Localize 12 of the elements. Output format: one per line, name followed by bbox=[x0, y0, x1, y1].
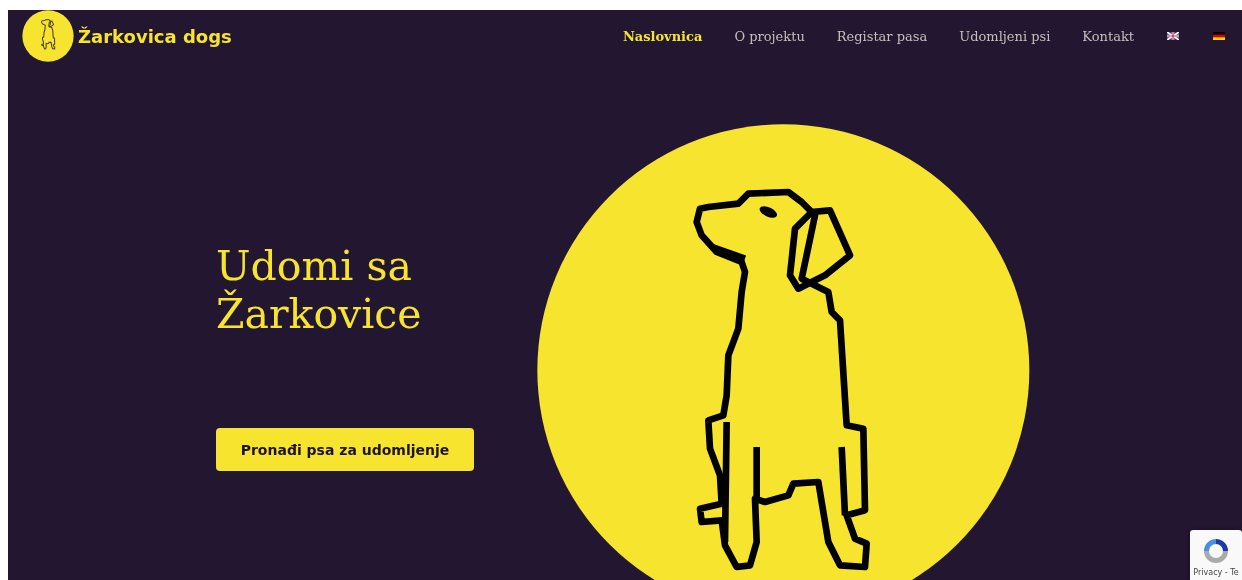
privacy-terms-link[interactable]: Privacy - Te bbox=[1193, 568, 1239, 577]
uk-flag-icon[interactable] bbox=[1167, 32, 1179, 40]
nav-link[interactable]: Udomljeni psi bbox=[943, 28, 1067, 44]
nav-link[interactable]: Registar pasa bbox=[820, 28, 944, 44]
dog-logo-icon[interactable] bbox=[22, 10, 74, 62]
nav-link[interactable]: Kontakt bbox=[1066, 28, 1150, 44]
german-flag-icon[interactable] bbox=[1213, 32, 1225, 40]
recaptcha-icon bbox=[1201, 536, 1231, 566]
find-dog-button[interactable]: Pronađi psa za udomljenje bbox=[216, 428, 474, 471]
nav-link[interactable]: Naslovnica bbox=[606, 28, 719, 44]
nav-link[interactable]: O projektu bbox=[718, 28, 821, 44]
site-name[interactable]: Žarkovica dogs bbox=[78, 25, 232, 47]
